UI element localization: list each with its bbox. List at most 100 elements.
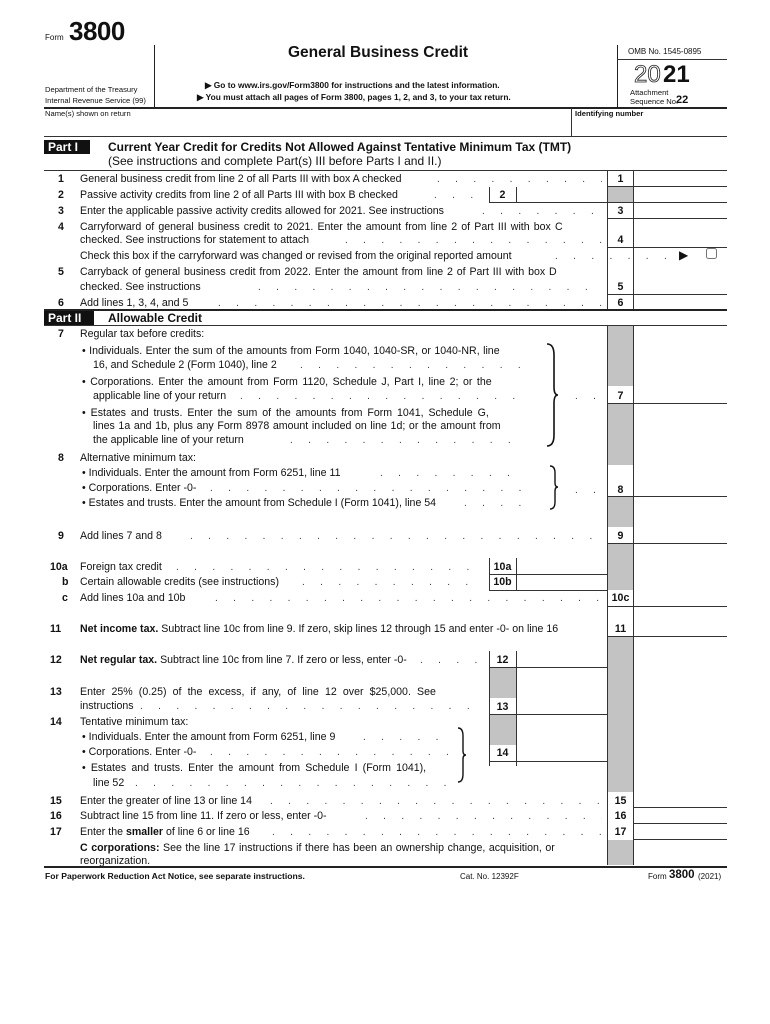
line-9-amount[interactable] bbox=[636, 498, 728, 543]
line-14-number: 14 bbox=[50, 716, 62, 728]
line-10b-box-label: 10b bbox=[493, 576, 512, 588]
line-16-amount[interactable] bbox=[636, 809, 728, 824]
line-17-amount[interactable] bbox=[636, 825, 728, 840]
line-17-bold: smaller bbox=[125, 826, 164, 838]
line-14-corporations: • Corporations. Enter -0- bbox=[82, 746, 197, 758]
identifying-number-input[interactable] bbox=[575, 120, 727, 136]
line-13-amount[interactable] bbox=[519, 669, 608, 715]
line-8-amount[interactable] bbox=[636, 405, 728, 496]
line-7-corporations-1: • Corporations. Enter the amount from Fo… bbox=[82, 376, 492, 388]
line-10a-text: Foreign tax credit bbox=[80, 561, 162, 573]
line-10b-text: Certain allowable credits (see instructi… bbox=[80, 576, 280, 588]
instruction-go-to: ▶ Go to www.irs.gov/Form3800 for instruc… bbox=[205, 80, 500, 90]
line-8-number: 8 bbox=[58, 452, 64, 464]
line-13-number: 13 bbox=[50, 686, 62, 698]
line-11-bold: Net income tax. bbox=[80, 623, 159, 635]
line-7-amount[interactable] bbox=[636, 326, 728, 403]
line-7-estates-3: the applicable line of your return bbox=[93, 434, 244, 446]
line-15-number: 15 bbox=[50, 795, 62, 807]
line-3-amount[interactable] bbox=[636, 204, 728, 219]
part-2-title: Allowable Credit bbox=[108, 311, 203, 325]
sequence-number: 22 bbox=[676, 94, 689, 106]
tax-year-bold: 21 bbox=[663, 61, 690, 88]
form-prefix: Form bbox=[45, 33, 64, 42]
carryforward-revised-checkbox[interactable] bbox=[706, 248, 717, 259]
line-8-individuals: • Individuals. Enter the amount from For… bbox=[82, 467, 341, 479]
line-17-post: of line 6 or line 16 bbox=[163, 826, 250, 838]
line-7-corporations-2: applicable line of your return bbox=[93, 390, 227, 402]
sequence-label: Sequence No. bbox=[630, 97, 679, 106]
line-8-text: Alternative minimum tax: bbox=[80, 452, 196, 464]
line-16-text: Subtract line 15 from line 11. If zero o… bbox=[80, 810, 327, 822]
line-7-brace-icon bbox=[546, 343, 559, 447]
footer-form-prefix: Form bbox=[648, 872, 667, 881]
line-13-text-1: Enter 25% (0.25) of the excess, if any, … bbox=[80, 686, 436, 698]
line-5-text-1: Carryback of general business credit fro… bbox=[80, 266, 557, 278]
identifying-number-label: Identifying number bbox=[575, 109, 644, 118]
line-10c-text: Add lines 10a and 10b bbox=[80, 592, 186, 604]
line-7-individuals-1: • Individuals. Enter the sum of the amou… bbox=[82, 345, 500, 357]
line-15-amount[interactable] bbox=[636, 794, 728, 808]
line-2-amount[interactable] bbox=[519, 188, 608, 203]
line-1-amount[interactable] bbox=[636, 172, 728, 187]
line-11-amount[interactable] bbox=[636, 608, 728, 636]
line-10a-number: 10a bbox=[50, 561, 68, 573]
line-5-amount[interactable] bbox=[636, 262, 728, 294]
paperwork-notice: For Paperwork Reduction Act Notice, see … bbox=[45, 871, 305, 881]
line-11-text: Net income tax. Subtract line 10c from l… bbox=[80, 623, 558, 636]
line-12-amount[interactable] bbox=[519, 653, 608, 668]
line-11-box-label: 11 bbox=[614, 623, 627, 635]
line-10c-amount[interactable] bbox=[636, 591, 728, 606]
line-5-text-2: checked. See instructions bbox=[80, 281, 201, 293]
line-17-number: 17 bbox=[50, 826, 62, 838]
line-4-text-1: Carryforward of general business credit … bbox=[80, 221, 563, 233]
line-10b-number: b bbox=[62, 576, 69, 588]
line-14-amount[interactable] bbox=[519, 716, 608, 762]
line-1-box-label: 1 bbox=[617, 173, 624, 185]
name-label: Name(s) shown on return bbox=[45, 109, 131, 118]
line-8-corporations: • Corporations. Enter -0- bbox=[82, 482, 197, 494]
line-2-text: Passive activity credits from line 2 of … bbox=[80, 189, 398, 201]
line-3-box-label: 3 bbox=[617, 205, 624, 217]
line-12-number: 12 bbox=[50, 654, 62, 666]
line-12-box-label: 12 bbox=[496, 654, 509, 666]
line-11-number: 11 bbox=[50, 623, 62, 635]
line-16-number: 16 bbox=[50, 810, 62, 822]
line-8-estates: • Estates and trusts. Enter the amount f… bbox=[82, 497, 437, 509]
part-1-badge: Part I bbox=[44, 140, 90, 154]
catalog-number: Cat. No. 12392F bbox=[460, 872, 519, 881]
part-2-badge: Part II bbox=[44, 311, 94, 325]
form-title: General Business Credit bbox=[288, 44, 469, 61]
carryforward-check-text: Check this box if the carryforward was c… bbox=[80, 250, 512, 262]
line-4-text-2: checked. See instructions for statement … bbox=[80, 234, 310, 246]
line-14-individuals: • Individuals. Enter the amount from For… bbox=[82, 731, 336, 743]
line-14-estates-1: • Estates and trusts. Enter the amount f… bbox=[82, 762, 427, 774]
line-13-text-2: instructions bbox=[80, 700, 134, 712]
line-15-text: Enter the greater of line 13 or line 14 bbox=[80, 795, 252, 807]
line-16-box-label: 16 bbox=[614, 810, 627, 822]
arrow-icon: ▶ bbox=[679, 248, 689, 262]
line-10c-number: c bbox=[62, 592, 68, 604]
line-15-box-label: 15 bbox=[614, 795, 627, 807]
line-7-text: Regular tax before credits: bbox=[80, 328, 205, 340]
c-corporations-bold: C corporations: bbox=[80, 842, 160, 854]
line-2-box-label: 2 bbox=[499, 189, 506, 201]
line-14-estates-2: line 52 bbox=[93, 777, 125, 789]
line-17-box-label: 17 bbox=[614, 826, 627, 838]
line-4-box-label: 4 bbox=[617, 234, 624, 246]
line-4-amount[interactable] bbox=[636, 222, 728, 248]
attachment-label: Attachment bbox=[630, 88, 669, 97]
line-10b-amount[interactable] bbox=[519, 576, 608, 591]
line-10a-amount[interactable] bbox=[519, 560, 608, 575]
c-corporations-note: C corporations: See the line 17 instruct… bbox=[80, 842, 555, 855]
line-9-text: Add lines 7 and 8 bbox=[80, 530, 162, 542]
form-number: 3800 bbox=[69, 16, 125, 46]
line-12-rest: Subtract line 10c from line 7. If zero o… bbox=[157, 654, 407, 666]
line-9-box-label: 9 bbox=[617, 530, 624, 542]
name-input[interactable] bbox=[46, 120, 570, 136]
department: Department of the Treasury bbox=[45, 85, 138, 94]
line-13-box-label: 13 bbox=[496, 701, 509, 713]
instruction-attach: ▶ You must attach all pages of Form 3800… bbox=[197, 92, 511, 102]
footer-year: (2021) bbox=[698, 872, 722, 881]
line-9-number: 9 bbox=[58, 530, 64, 542]
